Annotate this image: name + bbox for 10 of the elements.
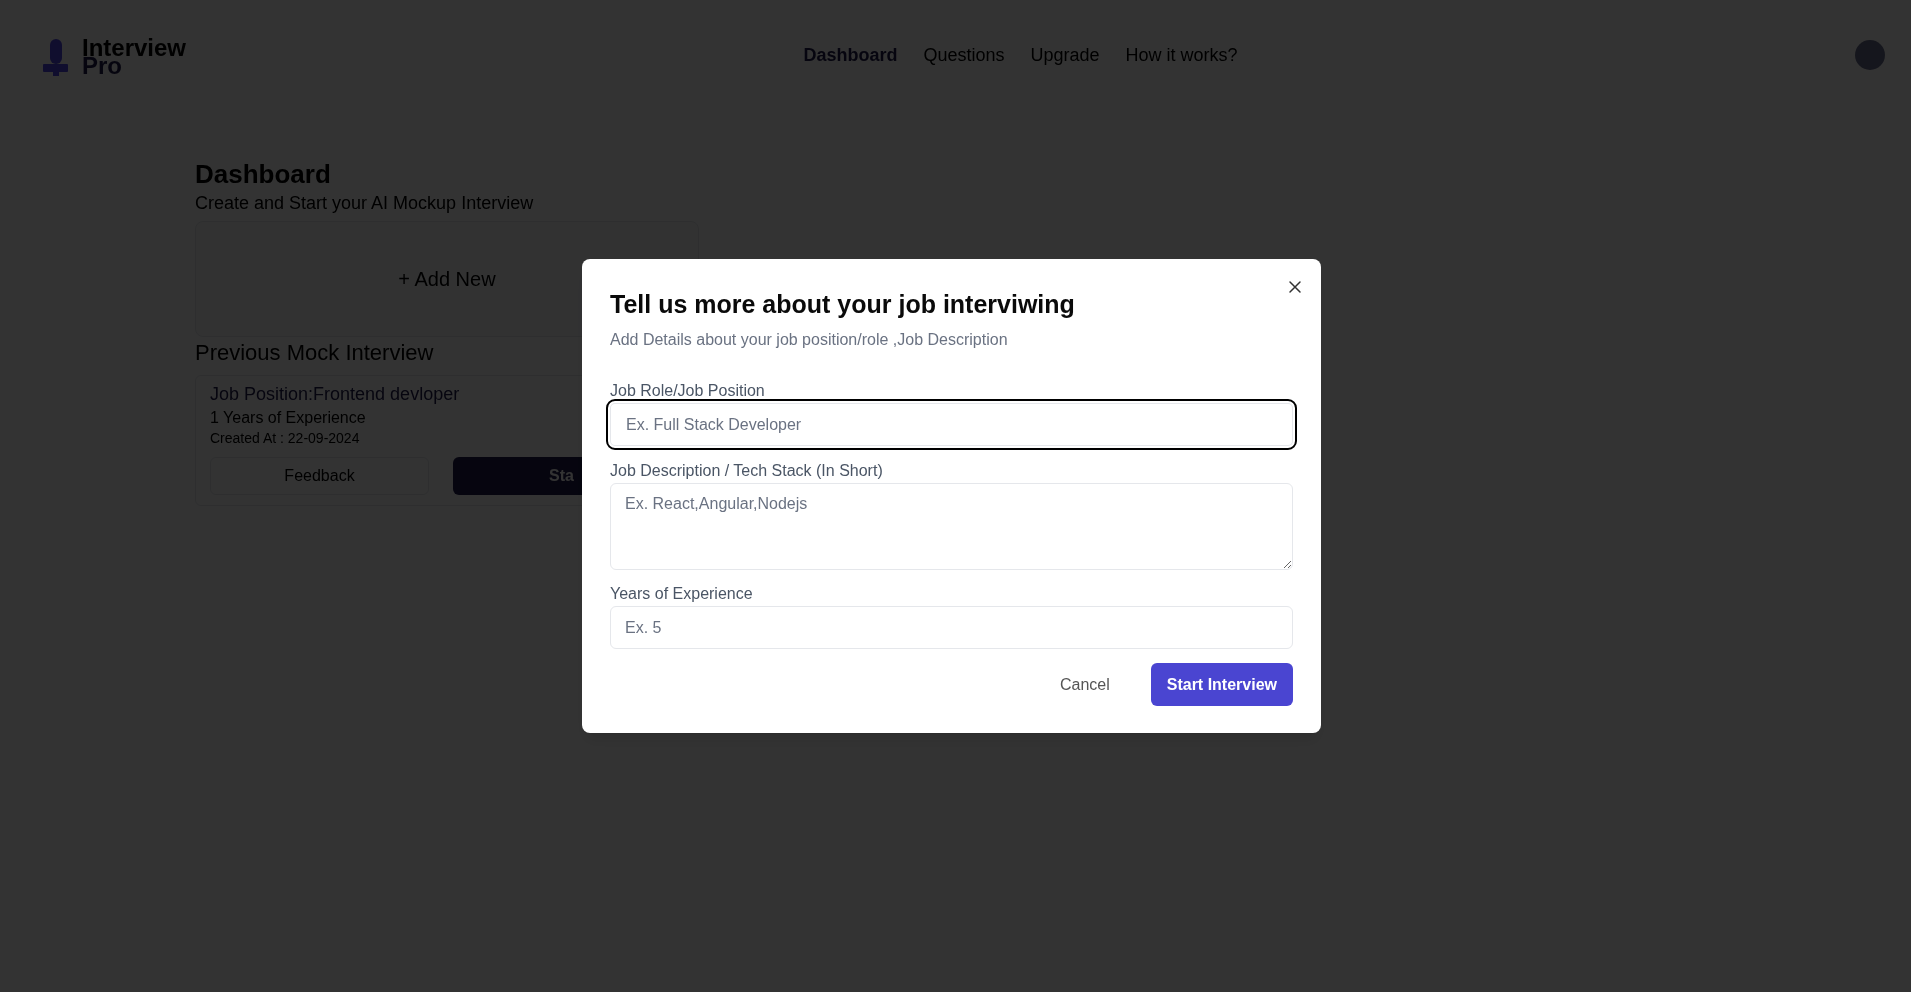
textarea-field[interactable]: Ex. React,Angular,Nodejs [610,483,1293,570]
cancel-button[interactable]: Cancel [1043,663,1126,706]
field-label: Years of Experience [610,584,754,604]
dialog-description: Add Details about your job position/role ,Job Description [610,330,1009,350]
field-label: Job Description / Tech Stack (In Short) [610,461,884,481]
close-button[interactable] [1287,279,1303,295]
field-label: Job Role/Job Position [610,381,766,401]
start-interview-button[interactable]: Start Interview [1150,663,1293,706]
input-field[interactable]: Ex. Full Stack Developer [606,399,1297,450]
dialog-title: Tell us more about your job interviwing [610,289,1076,319]
